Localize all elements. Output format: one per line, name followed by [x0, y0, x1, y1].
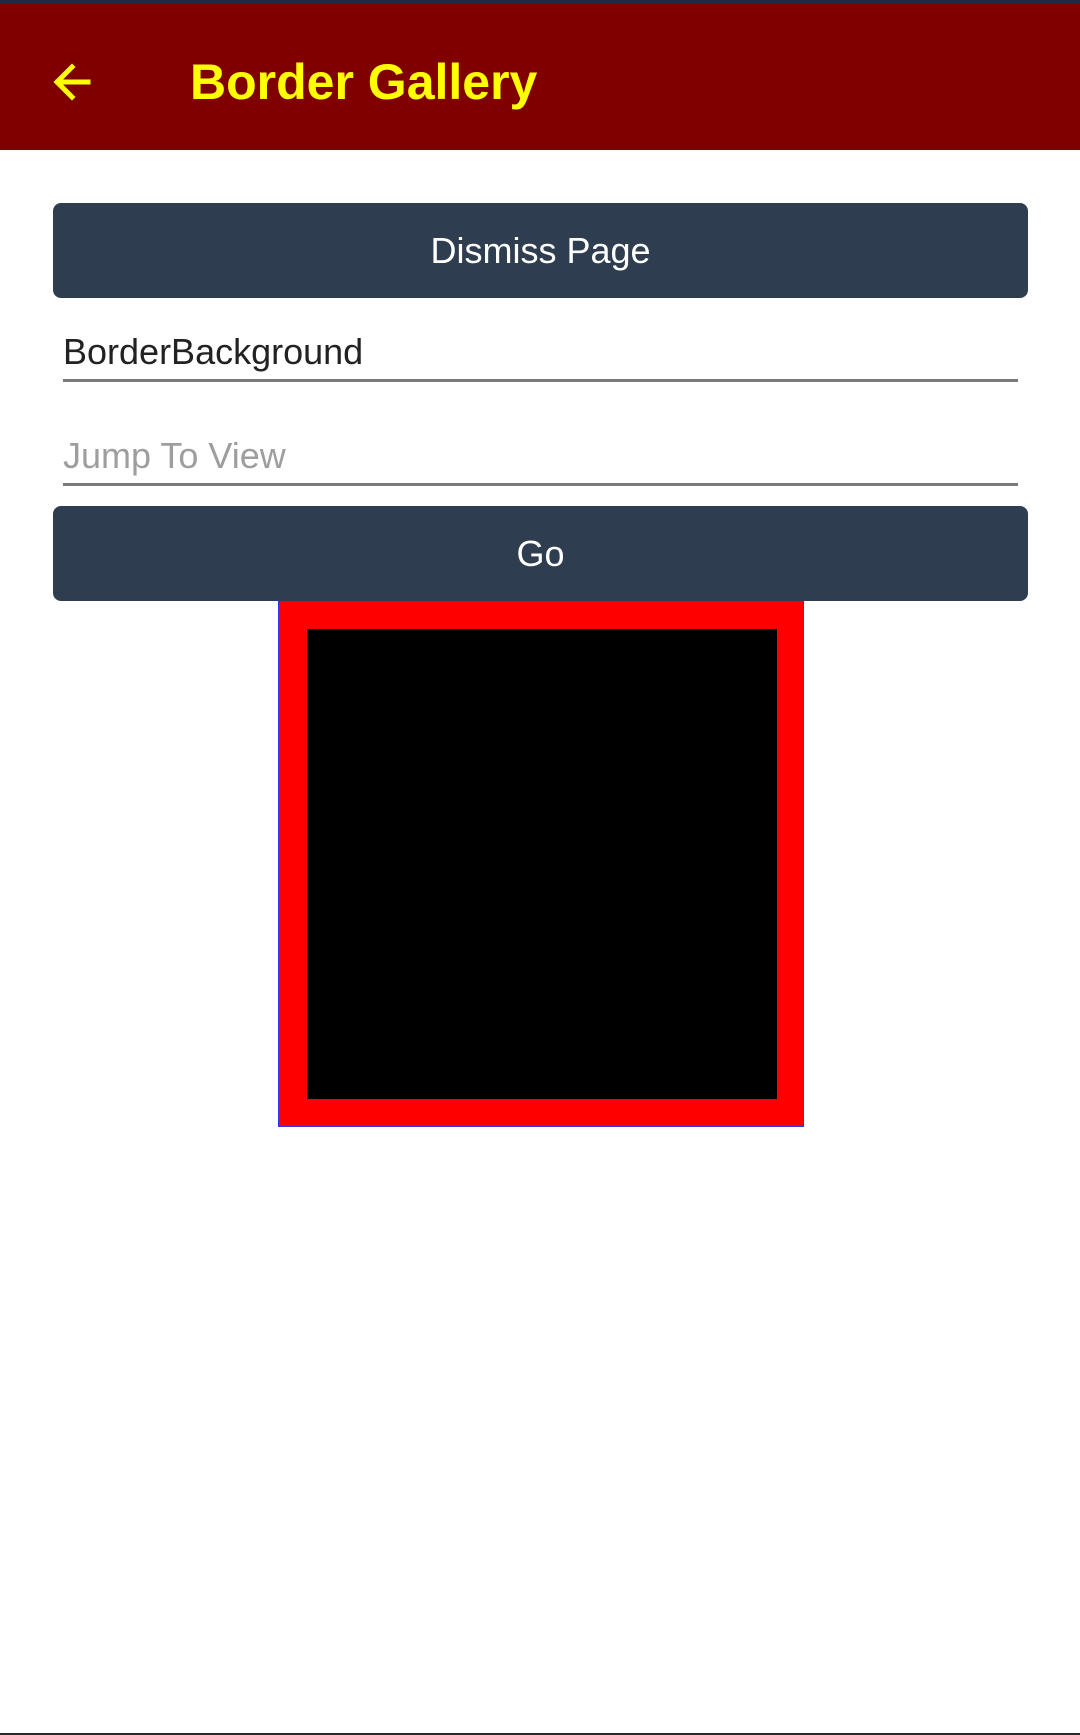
- gallery-name-field[interactable]: [63, 325, 1018, 382]
- back-button[interactable]: [40, 50, 104, 114]
- page-title: Border Gallery: [190, 54, 538, 110]
- app-bar: Border Gallery: [0, 4, 1080, 150]
- dismiss-page-button[interactable]: Dismiss Page: [53, 203, 1028, 298]
- jump-to-view-field[interactable]: [63, 429, 1018, 486]
- border-background-demo: [278, 601, 804, 1127]
- border-demo-content: [307, 629, 777, 1099]
- go-button[interactable]: Go: [53, 506, 1028, 601]
- arrow-left-icon: [53, 63, 91, 101]
